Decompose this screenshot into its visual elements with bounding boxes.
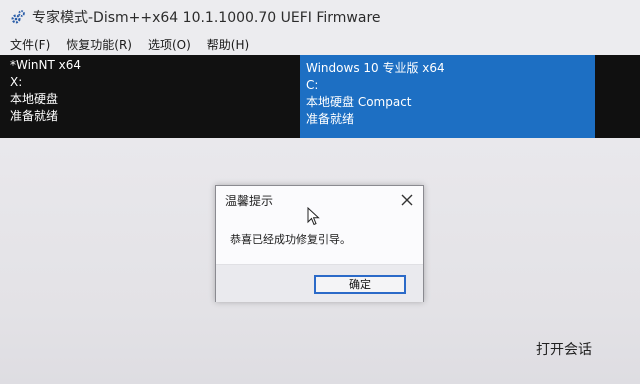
session-list: *WinNT x64 X: 本地硬盘 准备就绪 Windows 10 专业版 x…	[0, 55, 640, 138]
menu-bar: 文件(F) 恢复功能(R) 选项(O) 帮助(H)	[0, 34, 640, 55]
message-dialog: 温馨提示 恭喜已经成功修复引导。 确定	[215, 185, 424, 302]
session-item-windows10[interactable]: Windows 10 专业版 x64 C: 本地硬盘 Compact 准备就绪	[300, 55, 595, 138]
menu-file[interactable]: 文件(F)	[10, 36, 50, 53]
mouse-pointer-icon	[307, 206, 321, 227]
session-disk: 本地硬盘 Compact	[306, 95, 412, 109]
close-icon[interactable]	[399, 192, 415, 208]
dialog-footer: 确定	[216, 264, 423, 302]
dialog-title: 温馨提示	[225, 194, 274, 208]
gear-icon	[10, 9, 26, 25]
session-disk: 本地硬盘	[10, 92, 59, 106]
window-title: 专家模式-Dism++x64 10.1.1000.70 UEFI Firmwar…	[32, 10, 381, 26]
ok-button[interactable]: 确定	[314, 275, 406, 294]
session-status: 准备就绪	[306, 112, 355, 126]
session-drive: C:	[306, 78, 319, 92]
dialog-message: 恭喜已经成功修复引导。	[230, 233, 351, 246]
session-name: Windows 10 专业版 x64	[306, 61, 445, 75]
menu-help[interactable]: 帮助(H)	[207, 36, 249, 53]
session-name: *WinNT x64	[10, 58, 82, 72]
session-drive: X:	[10, 75, 23, 89]
session-item-winnt[interactable]: *WinNT x64 X: 本地硬盘 准备就绪	[0, 55, 300, 138]
session-status: 准备就绪	[10, 109, 59, 123]
menu-options[interactable]: 选项(O)	[148, 36, 191, 53]
menu-restore[interactable]: 恢复功能(R)	[66, 36, 132, 53]
title-bar: 专家模式-Dism++x64 10.1.1000.70 UEFI Firmwar…	[0, 0, 640, 34]
open-session-button[interactable]: 打开会话	[536, 339, 592, 359]
